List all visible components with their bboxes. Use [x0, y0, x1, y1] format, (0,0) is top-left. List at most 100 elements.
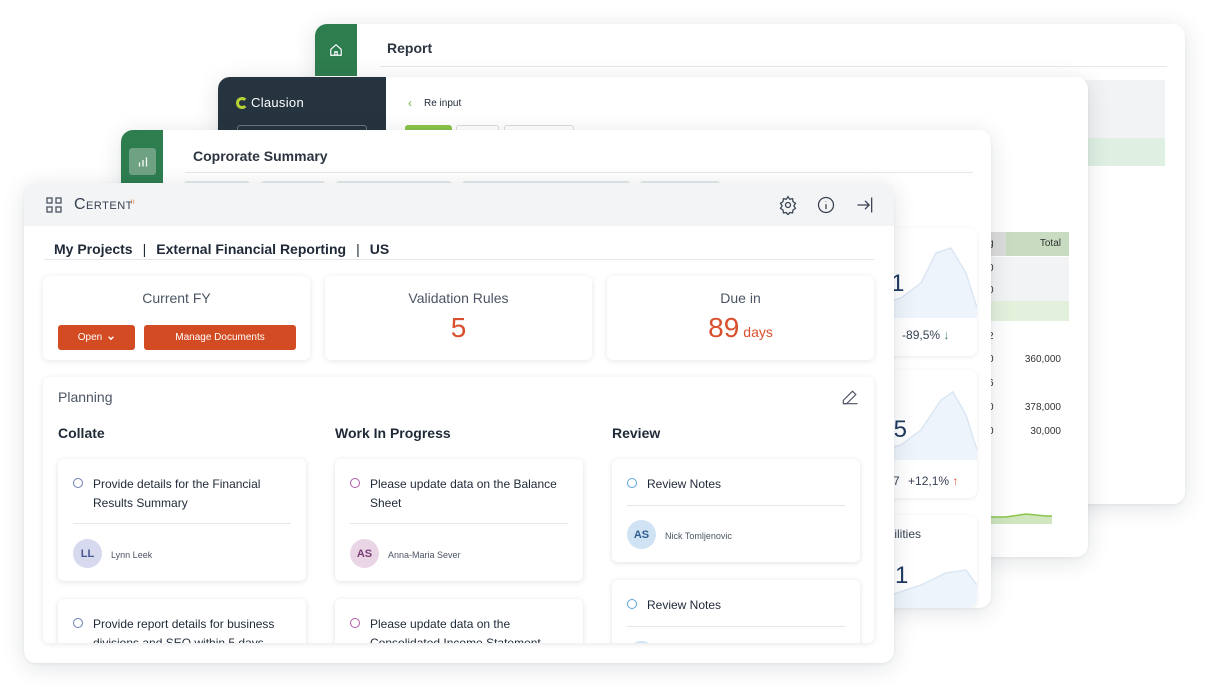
assignee-name: Lynn Leek	[111, 550, 153, 560]
planning-title: Planning	[58, 389, 113, 405]
task-text: Review Notes	[647, 598, 722, 612]
breadcrumb-separator: |	[142, 241, 147, 257]
column-title-collate: Collate	[58, 425, 105, 441]
table-row: 2	[986, 325, 1069, 347]
task-text: Please update data on the Consolidated I…	[370, 617, 541, 643]
table-row: 6	[986, 372, 1069, 394]
home-nav-button[interactable]	[315, 24, 357, 76]
breadcrumb-item[interactable]: External Financial Reporting	[156, 241, 346, 257]
task-text: Provide details for the Financial Result…	[93, 477, 261, 510]
open-label: Open	[77, 332, 103, 343]
breadcrumb: My Projects | External Financial Reporti…	[54, 241, 389, 257]
edit-button[interactable]	[840, 387, 860, 407]
report-panel	[1085, 80, 1165, 140]
task-card[interactable]: Please update data on the Balance Sheet …	[335, 459, 583, 581]
task-checkbox[interactable]	[73, 478, 83, 488]
table-row: 0	[986, 279, 1069, 301]
task-checkbox[interactable]	[350, 478, 360, 488]
assignee-name: Nick Tomljenovic	[665, 531, 732, 541]
validation-rules-card: Validation Rules 5	[325, 276, 592, 360]
kpi-card: abilities 5,1	[881, 515, 977, 608]
avatar	[627, 641, 656, 643]
chart-nav-button[interactable]	[129, 148, 156, 175]
task-card[interactable]: Review Notes AS Nick Tomljenovic	[612, 459, 860, 562]
sparkline-card	[986, 462, 1069, 537]
clausion-logo-icon	[236, 96, 248, 109]
task-text: Review Notes	[647, 477, 722, 491]
arrow-down-icon: ↓	[943, 328, 950, 342]
corp-title: Coprorate Summary	[193, 148, 328, 164]
kpi-delta-value: +12,1%	[908, 474, 950, 488]
apps-grid-icon[interactable]	[46, 197, 62, 218]
chevron-down-icon	[108, 335, 115, 340]
table-cell: 30,000	[1030, 425, 1061, 437]
clausion-brand: Clausion	[251, 95, 304, 110]
table-cell: 360,000	[1024, 353, 1061, 365]
divider	[380, 66, 1167, 67]
info-button[interactable]	[815, 194, 837, 216]
task-card[interactable]: Provide report details for business divi…	[58, 599, 306, 643]
table-row: 0	[986, 257, 1069, 279]
due-in-value-wrap: 89 days	[607, 312, 874, 344]
table-row: 0 30,000	[986, 420, 1069, 442]
due-in-title: Due in	[720, 290, 761, 306]
current-fy-card: Current FY Open Manage Documents	[43, 276, 310, 360]
divider	[73, 523, 291, 524]
report-highlight-row	[1085, 138, 1165, 166]
column-title-review: Review	[612, 425, 661, 441]
report-title: Report	[387, 40, 433, 56]
kpi-sparkline	[881, 390, 977, 460]
validation-rules-title: Validation Rules	[408, 290, 509, 306]
clausion-logo: Clausion	[236, 95, 304, 110]
planning-board: Planning Collate Provide details for the…	[43, 377, 874, 643]
task-text: Please update data on the Balance Sheet	[370, 477, 557, 510]
divider	[627, 626, 845, 627]
task-text: Provide report details for business divi…	[93, 617, 275, 643]
assignee-name: Anna-Maria Sever	[388, 550, 461, 560]
due-in-value: 89	[708, 312, 740, 343]
table-row: 0 378,000	[986, 396, 1069, 418]
breadcrumb-item[interactable]: US	[370, 241, 389, 257]
task-card[interactable]: Provide details for the Financial Result…	[58, 459, 306, 581]
avatar: AS	[627, 520, 656, 549]
certent-logo: Certentıı	[74, 196, 135, 214]
breadcrumb-separator: |	[356, 241, 360, 257]
manage-documents-button[interactable]: Manage Documents	[144, 325, 296, 350]
due-in-card: Due in 89 days	[607, 276, 874, 360]
task-card[interactable]: Please update data on the Consolidated I…	[335, 599, 583, 643]
divider	[44, 259, 874, 260]
kpi-delta-value: -89,5%	[902, 328, 941, 342]
validation-rules-value: 5	[450, 312, 467, 343]
certent-window: Certentıı My Projects | External Financi…	[24, 183, 894, 663]
avatar: LL	[73, 539, 102, 568]
task-checkbox[interactable]	[627, 599, 637, 609]
divider	[185, 172, 973, 173]
kpi-card: ,5 7 +12,1% ↑	[881, 370, 977, 498]
task-checkbox[interactable]	[73, 618, 83, 628]
open-dropdown-button[interactable]: Open	[58, 325, 135, 350]
brand-name: Certent	[74, 196, 133, 213]
settings-button[interactable]	[777, 194, 799, 216]
manage-documents-label: Manage Documents	[175, 332, 265, 343]
table-row: 0 360,000	[986, 348, 1069, 370]
arrow-up-icon: ↑	[952, 474, 959, 488]
table-highlight-row	[986, 301, 1069, 321]
home-icon	[330, 43, 342, 56]
avatar: AS	[350, 539, 379, 568]
divider	[627, 505, 845, 506]
task-card[interactable]: Review Notes	[612, 580, 860, 643]
breadcrumb-item[interactable]: My Projects	[54, 241, 133, 257]
table-header-cell: Total	[1006, 232, 1069, 256]
divider	[350, 523, 568, 524]
chevron-left-icon: ‹	[408, 96, 412, 110]
kpi-delta-prefix: 7	[893, 474, 900, 488]
sparkline	[986, 513, 1052, 524]
brand-mark: ıı	[130, 196, 136, 206]
back-link[interactable]: ‹ Re input	[408, 96, 461, 110]
task-checkbox[interactable]	[350, 618, 360, 628]
info-icon	[817, 196, 835, 214]
logout-button[interactable]	[854, 194, 876, 216]
bar-chart-icon	[138, 157, 147, 166]
kpi-card: 1 9 -89,5% ↓	[881, 228, 977, 356]
task-checkbox[interactable]	[627, 478, 637, 488]
